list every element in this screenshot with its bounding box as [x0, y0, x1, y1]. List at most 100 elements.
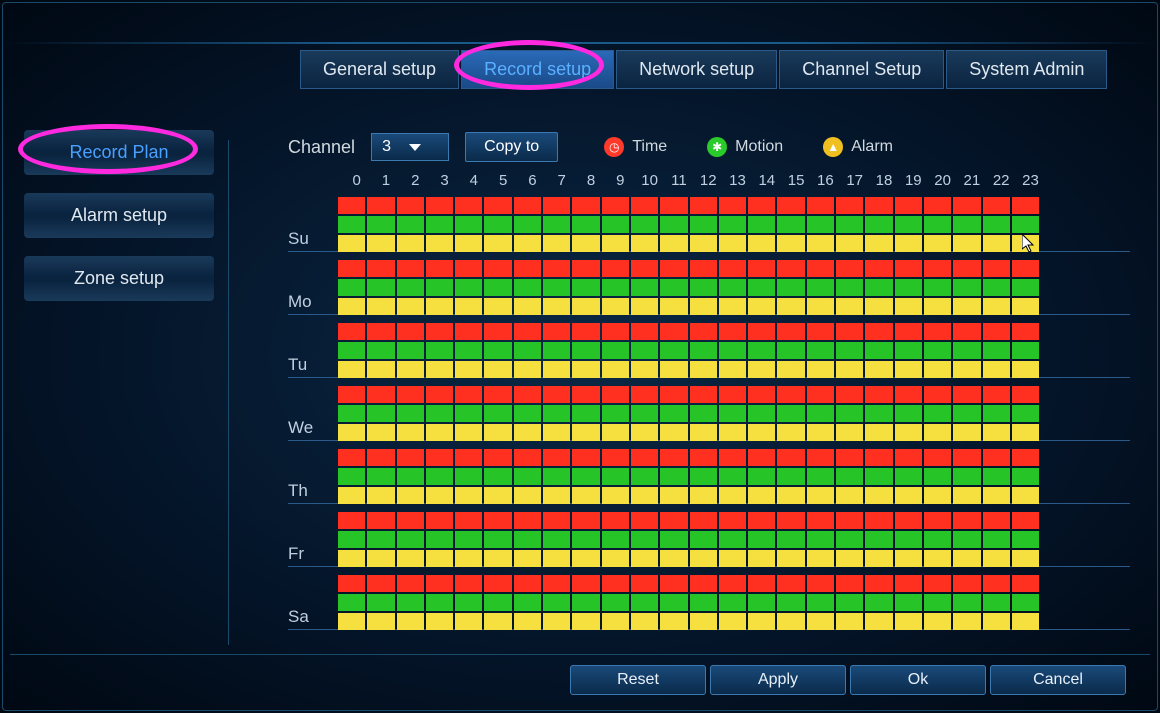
- schedule-cell[interactable]: [983, 468, 1010, 485]
- schedule-cell[interactable]: [690, 575, 717, 592]
- schedule-cell[interactable]: [426, 405, 453, 422]
- schedule-cell[interactable]: [426, 216, 453, 233]
- schedule-cell[interactable]: [426, 260, 453, 277]
- schedule-cell[interactable]: [895, 235, 922, 252]
- schedule-cell[interactable]: [777, 575, 804, 592]
- schedule-cell[interactable]: [836, 216, 863, 233]
- schedule-cell[interactable]: [602, 386, 629, 403]
- schedule-cell[interactable]: [748, 216, 775, 233]
- schedule-cell[interactable]: [514, 197, 541, 214]
- schedule-cell[interactable]: [953, 216, 980, 233]
- schedule-cell[interactable]: [543, 405, 570, 422]
- schedule-cell[interactable]: [777, 468, 804, 485]
- schedule-cell[interactable]: [455, 260, 482, 277]
- schedule-cell[interactable]: [807, 342, 834, 359]
- schedule-cell[interactable]: [602, 512, 629, 529]
- schedule-cell[interactable]: [777, 197, 804, 214]
- schedule-cell[interactable]: [631, 512, 658, 529]
- schedule-cell[interactable]: [426, 487, 453, 504]
- schedule-cell[interactable]: [455, 386, 482, 403]
- schedule-cell[interactable]: [953, 512, 980, 529]
- schedule-cell[interactable]: [338, 197, 365, 214]
- schedule-cell[interactable]: [719, 468, 746, 485]
- schedule-cell[interactable]: [602, 468, 629, 485]
- schedule-cell[interactable]: [484, 197, 511, 214]
- schedule-cell[interactable]: [983, 575, 1010, 592]
- schedule-cell[interactable]: [807, 386, 834, 403]
- schedule-cell[interactable]: [631, 449, 658, 466]
- schedule-cell[interactable]: [690, 613, 717, 630]
- schedule-cell[interactable]: [953, 260, 980, 277]
- schedule-cell[interactable]: [660, 575, 687, 592]
- schedule-cell[interactable]: [924, 323, 951, 340]
- schedule-cell[interactable]: [719, 260, 746, 277]
- schedule-cell[interactable]: [983, 361, 1010, 378]
- schedule-cell[interactable]: [895, 487, 922, 504]
- schedule-cell[interactable]: [572, 342, 599, 359]
- schedule-cell[interactable]: [514, 405, 541, 422]
- schedule-cell[interactable]: [367, 197, 394, 214]
- sidebar-item-record-plan[interactable]: Record Plan: [24, 130, 214, 175]
- schedule-cell[interactable]: [807, 323, 834, 340]
- schedule-cell[interactable]: [1012, 298, 1039, 315]
- schedule-cell[interactable]: [865, 449, 892, 466]
- schedule-cell[interactable]: [455, 361, 482, 378]
- schedule-cell[interactable]: [631, 550, 658, 567]
- schedule-cell[interactable]: [777, 235, 804, 252]
- schedule-cell[interactable]: [690, 550, 717, 567]
- schedule-cell[interactable]: [338, 216, 365, 233]
- schedule-cell[interactable]: [367, 216, 394, 233]
- schedule-cell[interactable]: [543, 487, 570, 504]
- schedule-cell[interactable]: [983, 342, 1010, 359]
- sidebar-item-zone-setup[interactable]: Zone setup: [24, 256, 214, 301]
- schedule-cell[interactable]: [690, 298, 717, 315]
- schedule-cell[interactable]: [602, 613, 629, 630]
- schedule-cell[interactable]: [367, 531, 394, 548]
- schedule-cell[interactable]: [660, 342, 687, 359]
- schedule-cell[interactable]: [690, 512, 717, 529]
- schedule-cell[interactable]: [1012, 550, 1039, 567]
- schedule-cell[interactable]: [895, 197, 922, 214]
- schedule-cell[interactable]: [865, 298, 892, 315]
- schedule-cell[interactable]: [426, 279, 453, 296]
- schedule-cell[interactable]: [807, 512, 834, 529]
- schedule-cell[interactable]: [572, 594, 599, 611]
- schedule-cell[interactable]: [836, 279, 863, 296]
- schedule-cell[interactable]: [924, 235, 951, 252]
- tab-record-setup[interactable]: Record setup: [461, 50, 614, 89]
- schedule-cell[interactable]: [836, 449, 863, 466]
- schedule-cell[interactable]: [484, 613, 511, 630]
- schedule-cell[interactable]: [777, 361, 804, 378]
- schedule-cell[interactable]: [719, 298, 746, 315]
- schedule-cell[interactable]: [748, 298, 775, 315]
- schedule-cell[interactable]: [807, 216, 834, 233]
- schedule-cell[interactable]: [631, 405, 658, 422]
- schedule-cell[interactable]: [1012, 342, 1039, 359]
- schedule-cell[interactable]: [924, 449, 951, 466]
- schedule-cell[interactable]: [777, 449, 804, 466]
- schedule-cell[interactable]: [660, 531, 687, 548]
- schedule-cell[interactable]: [660, 235, 687, 252]
- schedule-cell[interactable]: [484, 575, 511, 592]
- schedule-cell[interactable]: [924, 468, 951, 485]
- schedule-cell[interactable]: [983, 613, 1010, 630]
- schedule-cell[interactable]: [660, 323, 687, 340]
- schedule-cell[interactable]: [777, 512, 804, 529]
- schedule-cell[interactable]: [983, 323, 1010, 340]
- schedule-cell[interactable]: [455, 424, 482, 441]
- schedule-cell[interactable]: [748, 361, 775, 378]
- schedule-cell[interactable]: [543, 279, 570, 296]
- schedule-cell[interactable]: [484, 216, 511, 233]
- schedule-cell[interactable]: [338, 594, 365, 611]
- schedule-cell[interactable]: [397, 424, 424, 441]
- schedule-cell[interactable]: [631, 531, 658, 548]
- schedule-cell[interactable]: [572, 405, 599, 422]
- schedule-cell[interactable]: [924, 260, 951, 277]
- schedule-cell[interactable]: [572, 468, 599, 485]
- schedule-cell[interactable]: [895, 361, 922, 378]
- schedule-cell[interactable]: [338, 386, 365, 403]
- schedule-cell[interactable]: [865, 424, 892, 441]
- schedule-cell[interactable]: [924, 550, 951, 567]
- schedule-cell[interactable]: [514, 468, 541, 485]
- schedule-cell[interactable]: [836, 512, 863, 529]
